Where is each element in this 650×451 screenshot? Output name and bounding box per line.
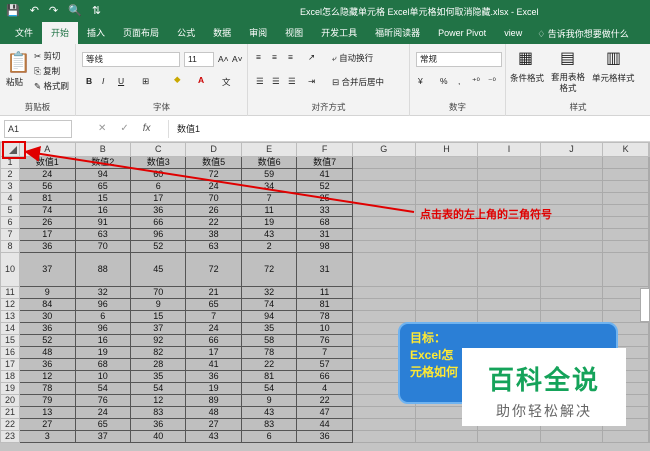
copy-icon: ⎘ [34, 66, 44, 76]
tab-insert[interactable]: 插入 [78, 22, 114, 44]
tell-me-label: 告诉我你想要做什么 [547, 28, 629, 39]
styles-group-label: 样式 [569, 102, 587, 112]
tab-developer[interactable]: 开发工具 [312, 22, 366, 44]
format-painter-button[interactable]: ✎ 格式刷 [34, 80, 69, 92]
tab-review[interactable]: 审阅 [240, 22, 276, 44]
ribbon-home: 📋 粘贴 ✂ 剪切 ⎘ 复制 ✎ 格式刷 剪贴板 等线 11 A˄ A˅ B I… [0, 44, 650, 116]
group-font: 等线 11 A˄ A˅ B I U ⊞ ◆ A 文 字体 [76, 44, 248, 116]
cancel-icon[interactable]: ✕ [98, 123, 106, 134]
alignment-group-label: 对齐方式 [311, 102, 346, 112]
tab-home[interactable]: 开始 [42, 22, 79, 44]
format-painter-label: 格式刷 [43, 81, 69, 91]
italic-button[interactable]: I [102, 76, 104, 86]
group-number: 常规 ¥ % , ⁺⁰ ⁻⁰ 数字 [410, 44, 506, 116]
format-table-button[interactable]: 套用表格格式 [548, 72, 588, 94]
increase-decimal-icon[interactable]: ⁺⁰ [472, 76, 480, 87]
select-all-highlight [2, 141, 26, 159]
conditional-format-button[interactable]: 条件格式 [510, 72, 544, 84]
name-box[interactable]: A1 [4, 120, 72, 138]
undo-icon[interactable]: ↶ [30, 4, 39, 17]
enter-icon[interactable]: ✓ [120, 123, 128, 134]
number-group-label: 数字 [448, 102, 466, 112]
lightbulb-icon: ♢ [537, 28, 548, 39]
formula-buttons: ✕ ✓ fx [98, 123, 151, 134]
merge-center-button[interactable]: ⊟ 合并后居中 [332, 76, 384, 88]
copy-button[interactable]: ⎘ 复制 [34, 65, 60, 77]
orientation-icon[interactable]: ↗ [308, 52, 315, 63]
window-title: Excel怎么隐藏单元格 Excel单元格如何取消隐藏.xlsx - Excel [300, 7, 539, 17]
tab-formulas[interactable]: 公式 [168, 22, 204, 44]
tab-data[interactable]: 数据 [204, 22, 240, 44]
copy-label: 复制 [43, 66, 61, 76]
cell-styles-button[interactable]: 单元格样式 [592, 72, 635, 84]
tell-me-search[interactable]: ♢ 告诉我你想要做什么 [537, 27, 629, 40]
align-left-icon[interactable]: ☰ [256, 76, 264, 87]
align-bottom-icon[interactable]: ≡ [288, 52, 293, 62]
shrink-font-button[interactable]: A˅ [232, 54, 243, 64]
sort-icon[interactable]: ⇅ [92, 4, 101, 17]
insert-function-icon[interactable]: fx [143, 123, 151, 134]
tab-page-layout[interactable]: 页面布局 [114, 22, 168, 44]
bold-button[interactable]: B [86, 76, 92, 86]
wrap-text-button[interactable]: ⤶ 自动换行 [332, 52, 373, 64]
align-top-icon[interactable]: ≡ [256, 52, 261, 62]
side-scroll-handle[interactable] [640, 288, 650, 322]
watermark-slogan: 助你轻松解决 [496, 403, 592, 419]
borders-icon[interactable]: ⊞ [142, 76, 149, 87]
annotation-text: 点击表的左上角的三角符号 [420, 209, 552, 221]
tab-power-pivot[interactable]: Power Pivot [429, 22, 495, 44]
watermark: 百科全说 助你轻松解决 [462, 348, 626, 426]
font-name-select[interactable]: 等线 [82, 52, 180, 67]
number-format-select[interactable]: 常规 [416, 52, 502, 67]
callout-line-1: 目标： [410, 331, 447, 345]
phonetic-icon[interactable]: 文 [222, 76, 231, 88]
percent-button[interactable]: % [440, 76, 448, 86]
title-bar: 💾 ↶ ↷ 🔍 ⇅ Excel怎么隐藏单元格 Excel单元格如何取消隐藏.xl… [0, 0, 650, 22]
formula-input[interactable]: 数值1 [168, 120, 646, 138]
cell-styles-icon[interactable]: ▥ [606, 48, 621, 68]
tab-file[interactable]: 文件 [6, 22, 42, 44]
redo-icon[interactable]: ↷ [49, 4, 58, 17]
conditional-format-icon[interactable]: ▦ [518, 48, 533, 68]
font-size-select[interactable]: 11 [184, 52, 214, 67]
align-middle-icon[interactable]: ≡ [272, 52, 277, 62]
underline-button[interactable]: U [118, 76, 124, 86]
align-center-icon[interactable]: ☰ [272, 76, 280, 87]
font-group-label: 字体 [152, 102, 170, 112]
currency-icon[interactable]: ¥ [418, 76, 423, 86]
quick-access-toolbar: 💾 ↶ ↷ 🔍 ⇅ [6, 4, 101, 17]
grow-font-button[interactable]: A˄ [218, 54, 229, 64]
tab-view[interactable]: 视图 [276, 22, 312, 44]
group-styles: ▦ 条件格式 ▤ 套用表格格式 ▥ 单元格样式 样式 [506, 44, 650, 116]
format-table-icon[interactable]: ▤ [560, 48, 575, 68]
wrap-label: 自动换行 [339, 53, 374, 63]
comma-button[interactable]: , [458, 76, 460, 86]
cut-label: 剪切 [43, 51, 61, 61]
group-alignment: ≡ ≡ ≡ ↗ ⤶ 自动换行 ☰ ☰ ☰ ⇥ ⊟ 合并后居中 对齐方式 [248, 44, 410, 116]
save-icon[interactable]: 💾 [6, 4, 20, 17]
fill-color-icon[interactable]: ◆ [174, 74, 181, 85]
merge-label: 合并后居中 [341, 77, 384, 87]
indent-icon[interactable]: ⇥ [308, 76, 315, 87]
paste-icon[interactable]: 📋 [6, 50, 31, 75]
align-right-icon[interactable]: ☰ [288, 76, 296, 87]
group-clipboard: 📋 粘贴 ✂ 剪切 ⎘ 复制 ✎ 格式刷 剪贴板 [0, 44, 76, 116]
paste-button[interactable]: 粘贴 [6, 76, 23, 88]
tab-foxit-reader[interactable]: 福昕阅读器 [366, 22, 429, 44]
cut-button[interactable]: ✂ 剪切 [34, 50, 61, 62]
ribbon-tabs: 文件 开始 插入 页面布局 公式 数据 审阅 视图 开发工具 福昕阅读器 Pow… [0, 22, 650, 44]
font-color-icon[interactable]: A [198, 75, 204, 85]
clipboard-group-label: 剪贴板 [24, 102, 51, 112]
print-preview-icon[interactable]: 🔍 [68, 4, 82, 17]
tab-view-en[interactable]: view [495, 22, 531, 44]
decrease-decimal-icon[interactable]: ⁻⁰ [488, 76, 496, 87]
formula-bar: A1 ✕ ✓ fx 数值1 [0, 116, 650, 142]
watermark-brand: 百科全说 [487, 366, 600, 396]
